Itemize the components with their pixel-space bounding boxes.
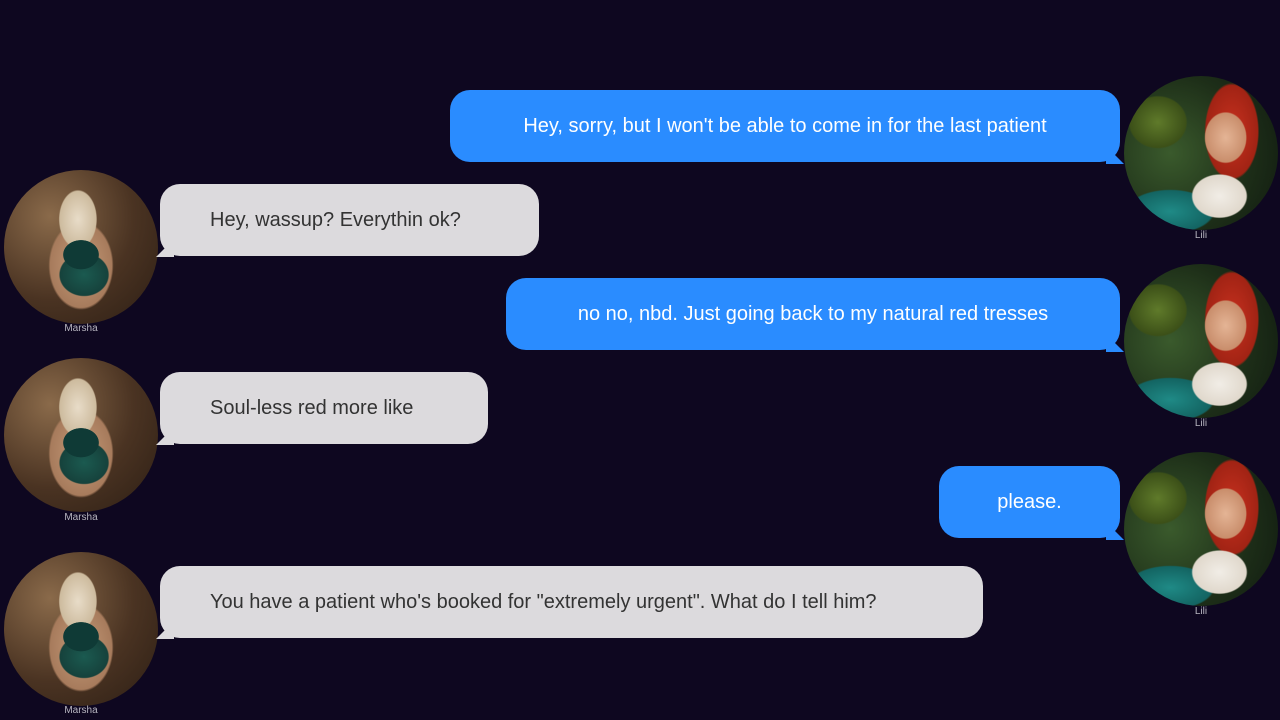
message-bubble: Soul-less red more like	[160, 372, 488, 444]
message-text: Hey, wassup? Everythin ok?	[210, 208, 461, 231]
marsha-avatar	[4, 552, 158, 706]
lili-avatar	[1124, 452, 1278, 606]
message-text: Soul-less red more like	[210, 396, 414, 419]
message-bubble: Hey, wassup? Everythin ok?	[160, 184, 539, 256]
message-bubble: Hey, sorry, but I won't be able to come …	[450, 90, 1120, 162]
sender-name: Marsha	[64, 512, 98, 523]
message-bubble: no no, nbd. Just going back to my natura…	[506, 278, 1120, 350]
message-text: please.	[997, 490, 1062, 513]
chat-thread: Hey, sorry, but I won't be able to come …	[0, 0, 1280, 720]
message-text: You have a patient who's booked for "ext…	[210, 590, 877, 613]
sender-name: Lili	[1194, 606, 1208, 617]
sender-name: Lili	[1194, 418, 1208, 429]
marsha-avatar	[4, 358, 158, 512]
message-bubble: please.	[939, 466, 1120, 538]
lili-avatar	[1124, 264, 1278, 418]
message-bubble: You have a patient who's booked for "ext…	[160, 566, 983, 638]
sender-name: Lili	[1194, 230, 1208, 241]
message-text: Hey, sorry, but I won't be able to come …	[523, 114, 1047, 137]
sender-name: Marsha	[64, 705, 98, 716]
marsha-avatar	[4, 170, 158, 324]
sender-name: Marsha	[64, 323, 98, 334]
message-text: no no, nbd. Just going back to my natura…	[577, 302, 1049, 325]
lili-avatar	[1124, 76, 1278, 230]
